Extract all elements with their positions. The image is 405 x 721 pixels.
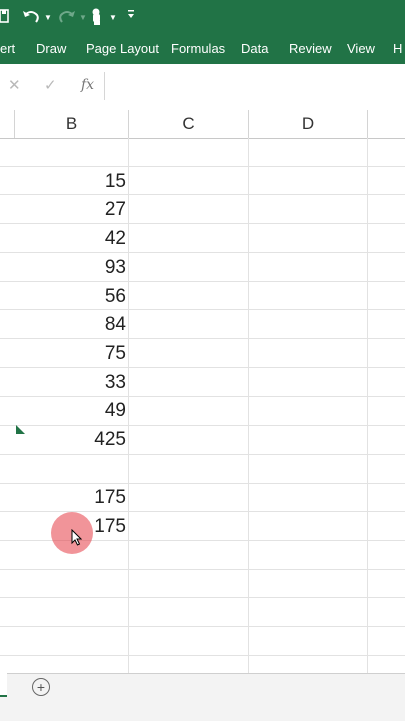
mouse-cursor-icon bbox=[71, 528, 83, 551]
cancel-entry-button[interactable]: ✕ bbox=[8, 77, 21, 95]
grid-line bbox=[367, 138, 368, 673]
enter-button[interactable]: ✓ bbox=[44, 77, 57, 95]
tab-review[interactable]: Review bbox=[289, 41, 332, 57]
error-indicator-icon[interactable] bbox=[16, 425, 25, 434]
grid-line bbox=[248, 138, 249, 673]
tab-page-layout[interactable]: Page Layout bbox=[86, 41, 159, 57]
active-sheet-tab[interactable] bbox=[0, 673, 7, 697]
insert-function-button[interactable]: fx bbox=[81, 77, 94, 93]
worksheet-grid[interactable]: 15 27 42 93 56 84 75 33 49 425 175 175 bbox=[0, 138, 405, 673]
grid-line bbox=[0, 166, 405, 167]
undo-icon[interactable] bbox=[22, 9, 40, 26]
cell-b[interactable]: 75 bbox=[0, 340, 126, 368]
tab-draw[interactable]: Draw bbox=[36, 41, 66, 57]
save-icon[interactable] bbox=[0, 9, 9, 26]
redo-dropdown-icon[interactable]: ▼ bbox=[79, 10, 87, 26]
add-sheet-button[interactable]: + bbox=[32, 678, 50, 696]
tab-data[interactable]: Data bbox=[241, 41, 268, 57]
cell-b-result[interactable]: 175 bbox=[0, 484, 126, 512]
cell-b[interactable]: 56 bbox=[0, 283, 126, 311]
cell-b[interactable]: 93 bbox=[0, 254, 126, 282]
tab-insert[interactable]: ert bbox=[0, 41, 15, 57]
column-header-d[interactable]: D bbox=[249, 110, 368, 138]
row-header-corner[interactable] bbox=[0, 110, 15, 138]
tab-formulas[interactable]: Formulas bbox=[171, 41, 225, 57]
touch-mode-icon[interactable] bbox=[89, 8, 105, 29]
formula-input[interactable] bbox=[110, 72, 405, 100]
redo-icon[interactable] bbox=[58, 9, 76, 26]
undo-dropdown-icon[interactable]: ▼ bbox=[44, 10, 52, 26]
grid-line bbox=[0, 569, 405, 570]
cell-b[interactable]: 84 bbox=[0, 311, 126, 339]
grid-line bbox=[0, 626, 405, 627]
column-header-b[interactable]: B bbox=[15, 110, 129, 138]
sheet-tab-bar bbox=[0, 673, 405, 721]
cell-b[interactable]: 15 bbox=[0, 168, 126, 196]
cell-b[interactable]: 33 bbox=[0, 369, 126, 397]
customize-qat-icon[interactable] bbox=[127, 8, 135, 26]
cell-b[interactable]: 42 bbox=[0, 225, 126, 253]
column-header-c[interactable]: C bbox=[129, 110, 249, 138]
cell-b[interactable]: 49 bbox=[0, 397, 126, 425]
grid-line bbox=[0, 597, 405, 598]
grid-line bbox=[128, 138, 129, 673]
tab-view[interactable]: View bbox=[347, 41, 375, 57]
grid-line bbox=[0, 454, 405, 455]
grid-line bbox=[0, 655, 405, 656]
cell-b[interactable]: 27 bbox=[0, 196, 126, 224]
touch-dropdown-icon[interactable]: ▼ bbox=[109, 10, 117, 26]
tab-home[interactable]: H bbox=[393, 41, 402, 57]
formula-bar-divider bbox=[104, 72, 105, 100]
